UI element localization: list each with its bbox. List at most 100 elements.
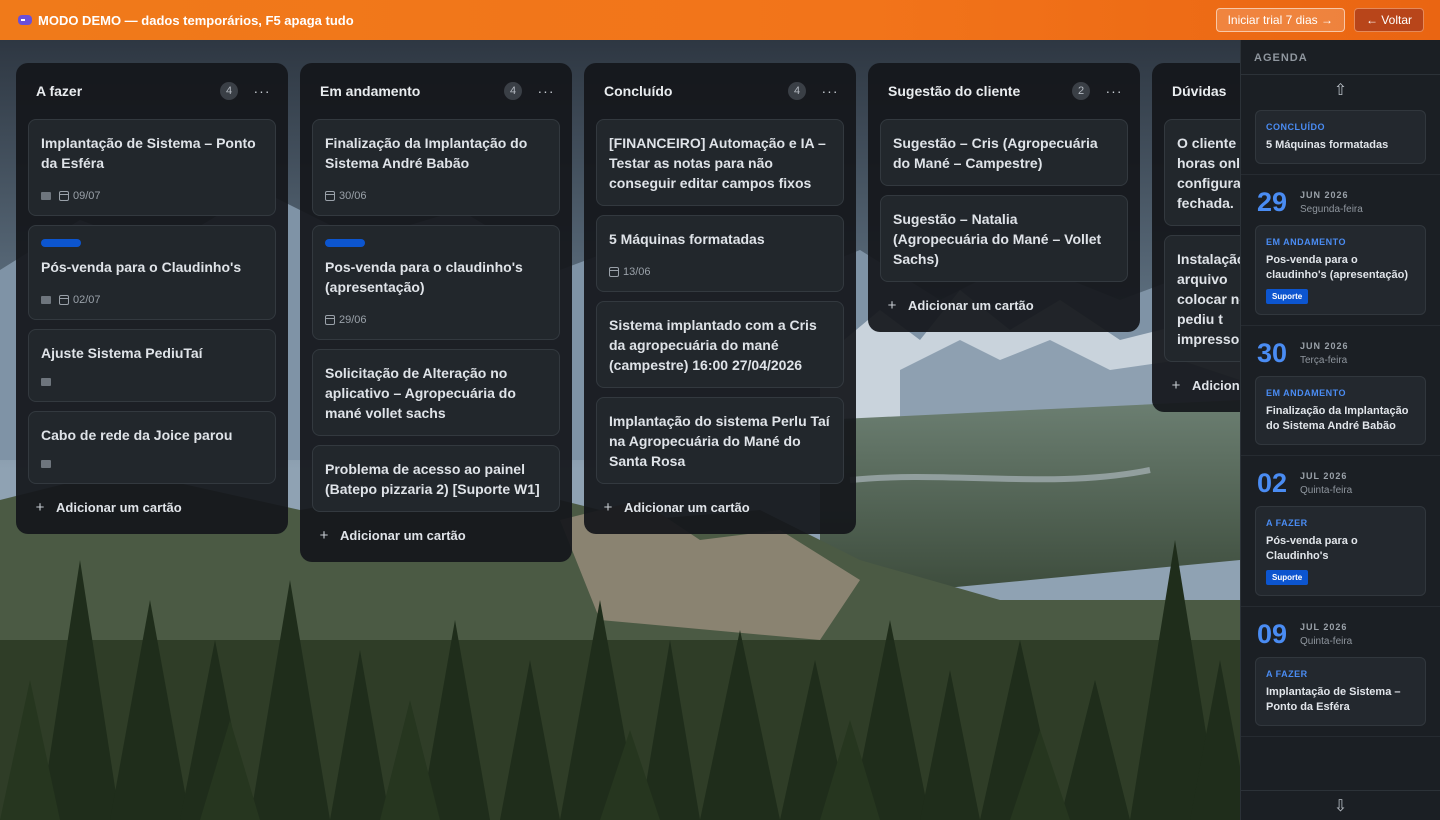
- agenda-day: 30 JUN 2026 Terça-feira EM ANDAMENTO Fin…: [1241, 326, 1440, 456]
- gamepad-icon: [18, 15, 32, 25]
- list-menu-button[interactable]: ···: [536, 83, 556, 99]
- agenda-card-status: CONCLUÍDO: [1266, 122, 1325, 132]
- card-due-date-text: 02/07: [73, 294, 101, 306]
- agenda-weekday: Quinta-feira: [1300, 484, 1353, 496]
- agenda-day-number: 09: [1257, 619, 1288, 649]
- agenda-weekday: Terça-feira: [1300, 354, 1348, 366]
- calendar-icon: [59, 295, 69, 305]
- plus-icon: +: [319, 527, 329, 544]
- card[interactable]: Instalação o arquivo colocar no do pediu…: [1164, 235, 1240, 362]
- agenda-month: JUN 2026: [1300, 189, 1349, 200]
- add-card-button[interactable]: + Adicionar um cartão: [880, 291, 1128, 320]
- plus-icon: +: [35, 499, 45, 516]
- agenda-card-title: Pos-venda para o claudinho's (apresentaç…: [1266, 254, 1408, 281]
- list-title[interactable]: Concluído: [604, 83, 672, 99]
- card[interactable]: Sugestão – Natalia (Agropecuária do Mané…: [880, 195, 1128, 282]
- card-title: [FINANCEIRO] Automação e IA – Testar as …: [609, 135, 826, 191]
- add-card-button[interactable]: + Adicionar um cartão: [312, 521, 560, 550]
- list-card-count: 4: [504, 82, 522, 100]
- list-title[interactable]: A fazer: [36, 83, 82, 99]
- scroll-up-icon[interactable]: ⇧: [1241, 75, 1440, 105]
- add-card-label: Adicionar um cartão: [340, 528, 466, 543]
- demo-banner-message: MODO DEMO — dados temporários, F5 apaga …: [18, 13, 354, 28]
- back-button[interactable]: ← Voltar: [1353, 8, 1424, 32]
- card[interactable]: Pós-venda para o Claudinho's 02/07: [28, 225, 276, 320]
- card-due-date-text: 09/07: [73, 190, 101, 202]
- demo-banner: MODO DEMO — dados temporários, F5 apaga …: [0, 0, 1440, 40]
- card-title: Cabo de rede da Joice parou: [41, 427, 233, 443]
- card[interactable]: Cabo de rede da Joice parou: [28, 411, 276, 484]
- card[interactable]: Finalização da Implantação do Sistema An…: [312, 119, 560, 216]
- list-a-fazer: A fazer 4 ··· Implantação de Sistema – P…: [16, 63, 288, 534]
- card[interactable]: [FINANCEIRO] Automação e IA – Testar as …: [596, 119, 844, 206]
- card-title: Implantação do sistema Perlu Taí na Agro…: [609, 413, 830, 469]
- list-card-count: 2: [1072, 82, 1090, 100]
- agenda-card-tag: Suporte: [1266, 289, 1309, 304]
- calendar-icon: [59, 191, 69, 201]
- card[interactable]: Pos-venda para o claudinho's (apresentaç…: [312, 225, 560, 340]
- agenda-list[interactable]: CONCLUÍDO 5 Máquinas formatadas 29 JUN 2…: [1241, 106, 1440, 790]
- card-due-date: 13/06: [609, 266, 651, 278]
- card-title: 5 Máquinas formatadas: [609, 231, 765, 247]
- card-due-date-text: 30/06: [339, 190, 367, 202]
- agenda-month: JUL 2026: [1300, 470, 1348, 481]
- card[interactable]: Implantação de Sistema – Ponto da Esféra…: [28, 119, 276, 216]
- list-card-count: 4: [220, 82, 238, 100]
- agenda-card-title: Finalização da Implantação do Sistema An…: [1266, 405, 1409, 432]
- start-trial-button[interactable]: Iniciar trial 7 dias →: [1215, 8, 1345, 32]
- card-title: Pos-venda para o claudinho's (apresentaç…: [325, 259, 523, 295]
- card-title: Pós-venda para o Claudinho's: [41, 259, 242, 275]
- card-title: Sugestão – Natalia (Agropecuária do Mané…: [893, 211, 1102, 267]
- add-card-label: Adicionar um cartão: [908, 298, 1034, 313]
- card[interactable]: Problema de acesso ao painel (Batepo piz…: [312, 445, 560, 512]
- card-title: Ajuste Sistema PediuTaí: [41, 345, 203, 361]
- list-duvidas: Dúvidas O cliente d horas onli configura…: [1152, 63, 1240, 412]
- scroll-down-icon[interactable]: ⇩: [1241, 790, 1440, 820]
- card[interactable]: Sugestão – Cris (Agropecuária do Mané – …: [880, 119, 1128, 186]
- agenda-day-number: 02: [1257, 468, 1288, 498]
- agenda-card[interactable]: A FAZER Pós-venda para o Claudinho's Sup…: [1255, 506, 1426, 596]
- card[interactable]: Ajuste Sistema PediuTaí: [28, 329, 276, 402]
- list-menu-button[interactable]: ···: [820, 83, 840, 99]
- agenda-card[interactable]: EM ANDAMENTO Pos-venda para o claudinho'…: [1255, 225, 1426, 315]
- description-icon: [41, 460, 51, 468]
- agenda-card[interactable]: EM ANDAMENTO Finalização da Implantação …: [1255, 376, 1426, 445]
- list-menu-button[interactable]: ···: [252, 83, 272, 99]
- agenda-card-status: EM ANDAMENTO: [1266, 237, 1346, 247]
- add-card-label: Adiciona: [1192, 378, 1240, 393]
- kanban-board: A fazer 4 ··· Implantação de Sistema – P…: [16, 63, 1240, 820]
- card[interactable]: Solicitação de Alteração no aplicativo –…: [312, 349, 560, 436]
- agenda-month: JUL 2026: [1300, 621, 1348, 632]
- list-menu-button[interactable]: ···: [1104, 83, 1124, 99]
- agenda-weekday: Segunda-feira: [1300, 203, 1363, 215]
- list-sugestao-do-cliente: Sugestão do cliente 2 ··· Sugestão – Cri…: [868, 63, 1140, 332]
- plus-icon: +: [887, 297, 897, 314]
- description-icon: [41, 192, 51, 200]
- agenda-title: AGENDA: [1241, 40, 1440, 75]
- card[interactable]: 5 Máquinas formatadas 13/06: [596, 215, 844, 292]
- card[interactable]: O cliente d horas onli configura fechada…: [1164, 119, 1240, 226]
- card-title: Instalação o arquivo colocar no do pediu…: [1177, 251, 1240, 347]
- card-label-blue: [325, 239, 365, 247]
- agenda-day: 29 JUN 2026 Segunda-feira EM ANDAMENTO P…: [1241, 175, 1440, 326]
- plus-icon: +: [603, 499, 613, 516]
- agenda-card-title: Pós-venda para o Claudinho's: [1266, 535, 1358, 562]
- agenda-card[interactable]: A FAZER Implantação de Sistema – Ponto d…: [1255, 657, 1426, 726]
- agenda-card[interactable]: CONCLUÍDO 5 Máquinas formatadas: [1255, 110, 1426, 164]
- add-card-button[interactable]: + Adicionar um cartão: [28, 493, 276, 522]
- add-card-button[interactable]: + Adicionar um cartão: [596, 493, 844, 522]
- agenda-card-status: A FAZER: [1266, 518, 1308, 528]
- list-concluido: Concluído 4 ··· [FINANCEIRO] Automação e…: [584, 63, 856, 534]
- card-title: Problema de acesso ao painel (Batepo piz…: [325, 461, 540, 497]
- list-title[interactable]: Sugestão do cliente: [888, 83, 1020, 99]
- plus-icon: +: [1171, 377, 1181, 394]
- card[interactable]: Sistema implantado com a Cris da agropec…: [596, 301, 844, 388]
- list-title[interactable]: Dúvidas: [1172, 83, 1226, 99]
- card-label-blue: [41, 239, 81, 247]
- card-due-date: 30/06: [325, 190, 367, 202]
- agenda-month: JUN 2026: [1300, 340, 1349, 351]
- demo-banner-text: MODO DEMO — dados temporários, F5 apaga …: [38, 12, 354, 28]
- card[interactable]: Implantação do sistema Perlu Taí na Agro…: [596, 397, 844, 484]
- list-title[interactable]: Em andamento: [320, 83, 420, 99]
- add-card-button[interactable]: + Adiciona: [1164, 371, 1240, 400]
